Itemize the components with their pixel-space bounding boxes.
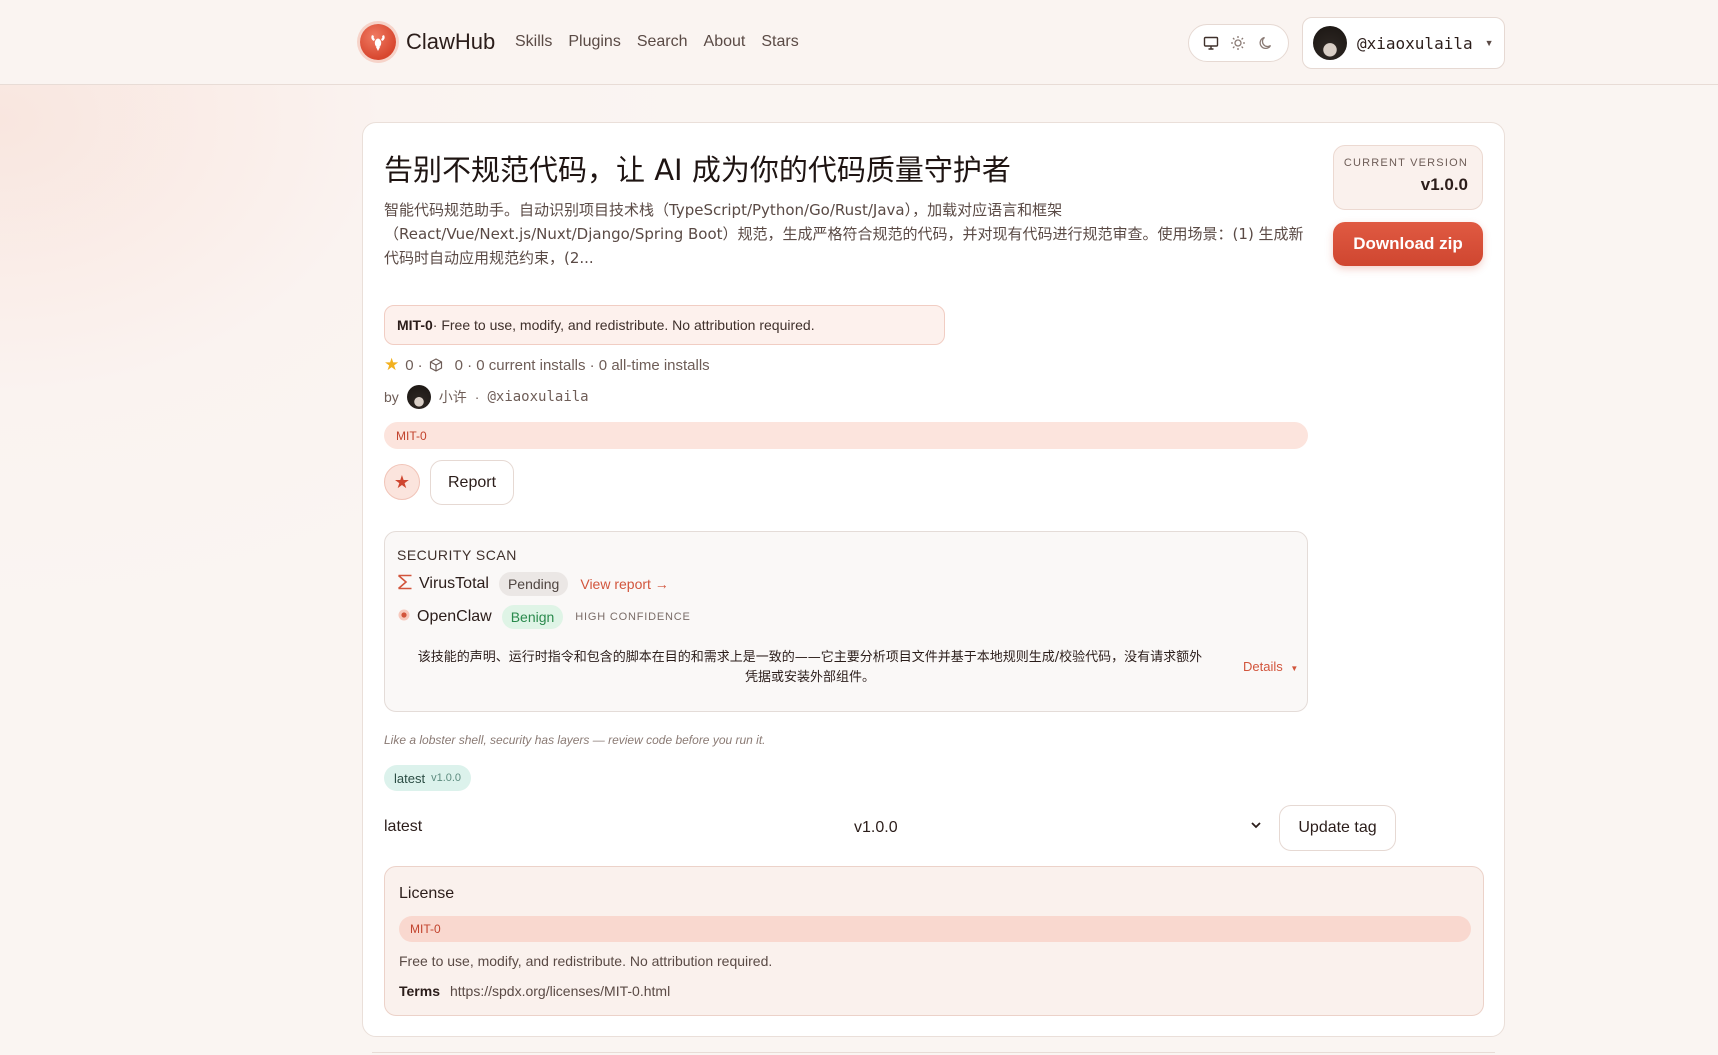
report-button[interactable]: Report [430,460,514,505]
skill-stats: ★ 0 · 0 · 0 current installs · 0 all-tim… [384,355,710,375]
license-terms: Terms https://spdx.org/licenses/MIT-0.ht… [399,983,670,999]
by-label: by [384,389,399,405]
top-navigation-bar: ClawHub Skills Plugins Search About Star… [0,0,1718,85]
scan-description: 该技能的声明、运行时指令和包含的脚本在目的和需求上是一致的——它主要分析项目文件… [417,650,1203,685]
tag-chip: latest v1.0.0 [384,765,472,791]
moon-icon[interactable] [1255,32,1277,54]
user-handle: @xiaoxulaila [1357,33,1473,53]
skill-detail-card: 告别不规范代码，让 AI 成为你的代码质量守护者 智能代码规范助手。自动识别项目… [362,122,1505,1037]
virustotal-icon [397,574,413,595]
stars-count: 0 [405,356,414,374]
avatar [1313,26,1347,60]
version-select[interactable]: v1.0.0 [824,805,1271,851]
openclaw-name: OpenClaw [417,608,492,625]
terms-link[interactable]: https://spdx.org/licenses/MIT-0.html [450,983,670,999]
update-tag-button[interactable]: Update tag [1279,805,1396,851]
tag-chip-name: latest [394,770,426,786]
tag-chip-version: v1.0.0 [431,772,462,784]
download-zip-button[interactable]: Download zip [1333,222,1483,266]
monitor-icon[interactable] [1200,32,1222,54]
virustotal-row: VirusTotal Pending View report → [397,572,669,596]
sun-icon[interactable] [1227,32,1249,54]
lobster-logo-icon [360,24,396,60]
current-version-label: CURRENT VERSION [1343,157,1468,169]
nav-about[interactable]: About [704,33,746,51]
license-panel-pill: MIT-0 [399,916,1471,942]
brand-link[interactable]: ClawHub [360,24,495,60]
current-version-box: CURRENT VERSION v1.0.0 [1333,145,1483,210]
details-toggle[interactable]: Details ▼ [1243,659,1298,674]
brand-name: ClawHub [406,29,496,54]
view-report-link[interactable]: View report → [580,576,668,592]
license-panel-description: Free to use, modify, and redistribute. N… [399,953,773,969]
skill-summary: 智能代码规范助手。自动识别项目技术栈（TypeScript/Python/Go/… [384,201,1304,267]
main-nav: Skills Plugins Search About Stars [515,33,815,51]
terms-label: Terms [399,983,440,999]
divider [372,1052,1495,1053]
status-badge: Pending [498,572,569,596]
author-avatar[interactable] [406,385,431,409]
page-title: 告别不规范代码，让 AI 成为你的代码质量守护者 [384,153,1011,187]
selected-version: v1.0.0 [854,819,898,836]
license-panel-title: License [399,885,455,902]
security-scan-title: SECURITY SCAN [397,547,517,563]
license-panel: License MIT-0 Free to use, modify, and r… [384,866,1484,1016]
byline-separator: · [474,389,480,405]
star-icon: ★ [393,471,411,492]
license-pill: MIT-0 [384,422,1308,449]
license-banner-id: MIT-0 [397,317,433,333]
chevron-down-icon: ▼ [1290,664,1299,673]
openclaw-icon [397,608,411,627]
star-icon: ★ [384,355,400,374]
author-handle[interactable]: @xiaoxulaila [487,389,588,405]
virustotal-name: VirusTotal [419,575,489,592]
chevron-down-icon [1249,818,1263,837]
nav-stars[interactable]: Stars [761,33,798,51]
tag-editor-row: latest v1.0.0 Update tag [384,805,1484,851]
chevron-down-icon: ▼ [1484,38,1494,48]
package-icon [429,358,443,372]
security-scan-panel: SECURITY SCAN VirusTotal Pending View re… [384,531,1308,712]
star-button[interactable]: ★ [384,464,420,500]
details-label: Details [1243,659,1283,674]
status-badge: Benign [501,605,564,629]
theme-toggle [1188,24,1289,62]
confidence-label: HIGH CONFIDENCE [575,611,691,623]
author-name[interactable]: 小许 [439,387,467,407]
stats-separator: · [417,356,423,374]
user-menu[interactable]: @xiaoxulaila ▼ [1302,17,1505,69]
author-byline: by 小许 · @xiaoxulaila [384,385,589,409]
openclaw-row: OpenClaw Benign HIGH CONFIDENCE [397,605,691,629]
tag-name: latest [384,818,423,835]
install-stats: 0 · 0 current installs · 0 all-time inst… [454,356,710,374]
security-tagline: Like a lobster shell, security has layer… [384,733,766,747]
nav-skills[interactable]: Skills [515,33,552,51]
nav-search[interactable]: Search [637,33,688,51]
license-banner: MIT-0 · Free to use, modify, and redistr… [384,305,945,345]
license-banner-text: · Free to use, modify, and redistribute.… [432,317,815,333]
nav-plugins[interactable]: Plugins [568,33,620,51]
current-version-value: v1.0.0 [1420,175,1468,194]
